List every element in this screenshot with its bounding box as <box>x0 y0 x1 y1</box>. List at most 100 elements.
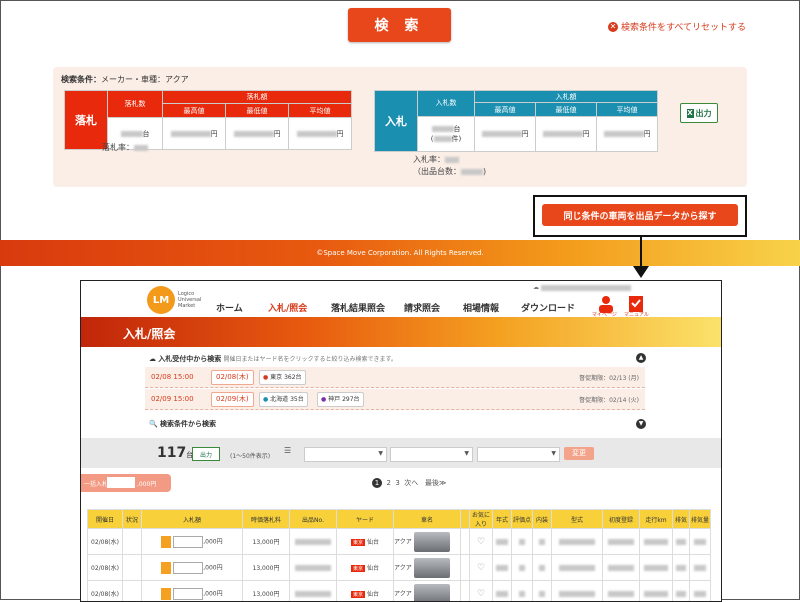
deadline: 督促期限：02/13 (月) <box>579 373 639 382</box>
result-count: 117台 <box>157 445 193 461</box>
winning-avg-cell: 円 <box>289 118 352 150</box>
order-select[interactable] <box>390 447 473 462</box>
bid-input[interactable] <box>173 536 203 548</box>
col-number: 出品No. <box>290 510 337 529</box>
favorite-icon[interactable]: ♡ <box>477 589 485 599</box>
logo[interactable]: LM <box>147 286 175 314</box>
winning-max-cell: 円 <box>163 118 226 150</box>
bidding-count-cell: 台(件) <box>418 116 475 151</box>
expand-icon[interactable]: ▼ <box>636 419 646 429</box>
bidding-count-header: 入札数 <box>418 91 475 117</box>
sort-select[interactable] <box>304 447 387 462</box>
page-title-band: 入札/照会 <box>81 317 721 347</box>
table-row[interactable]: 02/08(水) ,000円 13,000円 東京 仙台 アクア ♡ <box>88 529 711 555</box>
car-image[interactable] <box>414 558 450 578</box>
auction-row[interactable]: 02/09 15:00 02/09(木) ● 北海道 35台 ● 神戸 297台… <box>145 389 645 410</box>
col-fee: 時価落札料 <box>243 510 290 529</box>
vehicle-table: 開催日 状況 入札額 時価落札料 出品No. ヤード 車名 お気に入り 年式 評… <box>87 509 711 602</box>
search-button[interactable]: 検 索 <box>348 8 451 42</box>
bidding-min-cell: 円 <box>536 116 597 151</box>
nav-home[interactable]: ホーム <box>216 301 243 314</box>
nav-download[interactable]: ダウンロード <box>521 301 575 314</box>
bidding-avg-header: 平均値 <box>597 103 658 117</box>
date-filter[interactable]: 02/08(木) <box>211 370 254 385</box>
page-next[interactable]: 次へ <box>404 479 418 487</box>
arrow-line <box>640 237 642 269</box>
search-listing-button[interactable]: 同じ条件の車両を出品データから探す <box>542 204 738 226</box>
yard-filter[interactable]: ● 神戸 297台 <box>317 392 364 407</box>
bid-button[interactable] <box>161 536 171 548</box>
condition-search-header[interactable]: 🔍 検索条件から検索 <box>149 419 216 429</box>
bidding-min-header: 最低値 <box>536 103 597 117</box>
bidding-side-label: 入札 <box>375 91 418 152</box>
search-condition: 検索条件：メーカー・車種：アクア <box>61 74 189 85</box>
col-car: 車名 <box>394 510 461 529</box>
bidding-rate: 入札率： <box>413 154 459 165</box>
page-last[interactable]: 最後≫ <box>425 479 446 487</box>
car-image[interactable] <box>414 532 450 552</box>
table-row[interactable]: 02/08(水) ,000円 13,000円 東京 仙台 アクア ♡ <box>88 581 711 602</box>
clock-time: 02/09 15:00 <box>151 395 194 403</box>
col-score: 評価点 <box>512 510 533 529</box>
listing-count: （出品台数：) <box>413 166 486 177</box>
bulk-bid-tab[interactable]: 一括入札 ,000円 <box>81 474 171 492</box>
auction-row[interactable]: 02/08 15:00 02/08(木) ● 東京 362台 督促期限：02/1… <box>145 367 645 388</box>
page-1[interactable]: 1 <box>372 478 382 488</box>
excel-export-button[interactable]: X出力 <box>680 103 718 123</box>
bidding-avg-cell: 円 <box>597 116 658 151</box>
bulk-bid-input[interactable] <box>107 477 135 488</box>
winning-min-cell: 円 <box>226 118 289 150</box>
page-3[interactable]: 3 <box>395 479 399 487</box>
col-year: 年式 <box>493 510 512 529</box>
bidding-price-header: 入札額 <box>475 91 658 103</box>
page-2[interactable]: 2 <box>386 479 390 487</box>
pagination: 1 2 3 次へ 最後≫ <box>372 478 446 488</box>
copyright: ©Space Move Corporation. All Rights Rese… <box>0 249 800 257</box>
col-favorite: お気に入り <box>470 510 493 529</box>
bid-input[interactable] <box>173 562 203 574</box>
col-yard: ヤード <box>337 510 394 529</box>
filter-bar: 117台 出力 (1〜50件表示) ☰ 変更 <box>81 438 721 468</box>
favorite-icon[interactable]: ♡ <box>477 537 485 547</box>
winning-max-header: 最高値 <box>163 103 226 117</box>
summary-panel: 検索条件：メーカー・車種：アクア 落札 落札数 落札額 最高値 最低値 平均値 … <box>53 67 747 187</box>
col-reg: 初度登録 <box>603 510 640 529</box>
bidding-table: 入札 入札数 入札額 最高値 最低値 平均値 台(件) 円 円 円 <box>374 90 658 152</box>
nav-market[interactable]: 相場情報 <box>463 301 499 314</box>
table-row[interactable]: 02/08(水) ,000円 13,000円 東京 仙台 アクア ♡ <box>88 555 711 581</box>
winning-table: 落札 落札数 落札額 最高値 最低値 平均値 台 円 円 円 <box>64 90 352 150</box>
col-date: 開催日 <box>88 510 123 529</box>
reset-label: 検索条件をすべてリセットする <box>621 20 746 33</box>
sort-icon[interactable]: ☰ <box>284 446 291 455</box>
nav-bid[interactable]: 入札/照会 <box>268 301 307 314</box>
car-image[interactable] <box>414 584 450 602</box>
change-button[interactable]: 変更 <box>564 447 594 460</box>
collapse-icon[interactable]: ▲ <box>636 353 646 363</box>
arrow-down-icon <box>633 266 649 278</box>
yard-filter[interactable]: ● 北海道 35台 <box>259 392 308 407</box>
col-model: 型式 <box>552 510 603 529</box>
date-filter[interactable]: 02/09(木) <box>211 392 254 407</box>
winning-avg-header: 平均値 <box>289 103 352 117</box>
yard-filter[interactable]: ● 東京 362台 <box>259 370 306 385</box>
col-displacement: 排気量 <box>690 510 711 529</box>
logo-caption: LogicoUniversalMarket <box>178 291 201 309</box>
reset-conditions-link[interactable]: ✕ 検索条件をすべてリセットする <box>608 20 746 33</box>
bid-button[interactable] <box>161 588 171 600</box>
col-mileage: 走行km <box>640 510 673 529</box>
nav-invoice[interactable]: 請求照会 <box>404 301 440 314</box>
inner-screenshot: LM LogicoUniversalMarket ☁ ホーム 入札/照会 落札結… <box>80 280 722 602</box>
bid-button[interactable] <box>161 562 171 574</box>
excel-export-button[interactable]: 出力 <box>192 447 220 461</box>
callout-box: 同じ条件の車両を出品データから探す <box>533 195 747 237</box>
accepting-header[interactable]: ☁ 入札受付中から検索 開催日またはヤード名をクリックすると絞り込み検索できます… <box>149 354 397 364</box>
display-select[interactable] <box>477 447 560 462</box>
bid-input[interactable] <box>173 588 203 600</box>
favorite-icon[interactable]: ♡ <box>477 563 485 573</box>
col-interior: 内装 <box>533 510 552 529</box>
bidding-max-header: 最高値 <box>475 103 536 117</box>
excel-icon: X <box>687 109 694 118</box>
col-exhaust: 排気 <box>673 510 690 529</box>
nav-results[interactable]: 落札結果照会 <box>331 301 385 314</box>
winning-min-header: 最低値 <box>226 103 289 117</box>
